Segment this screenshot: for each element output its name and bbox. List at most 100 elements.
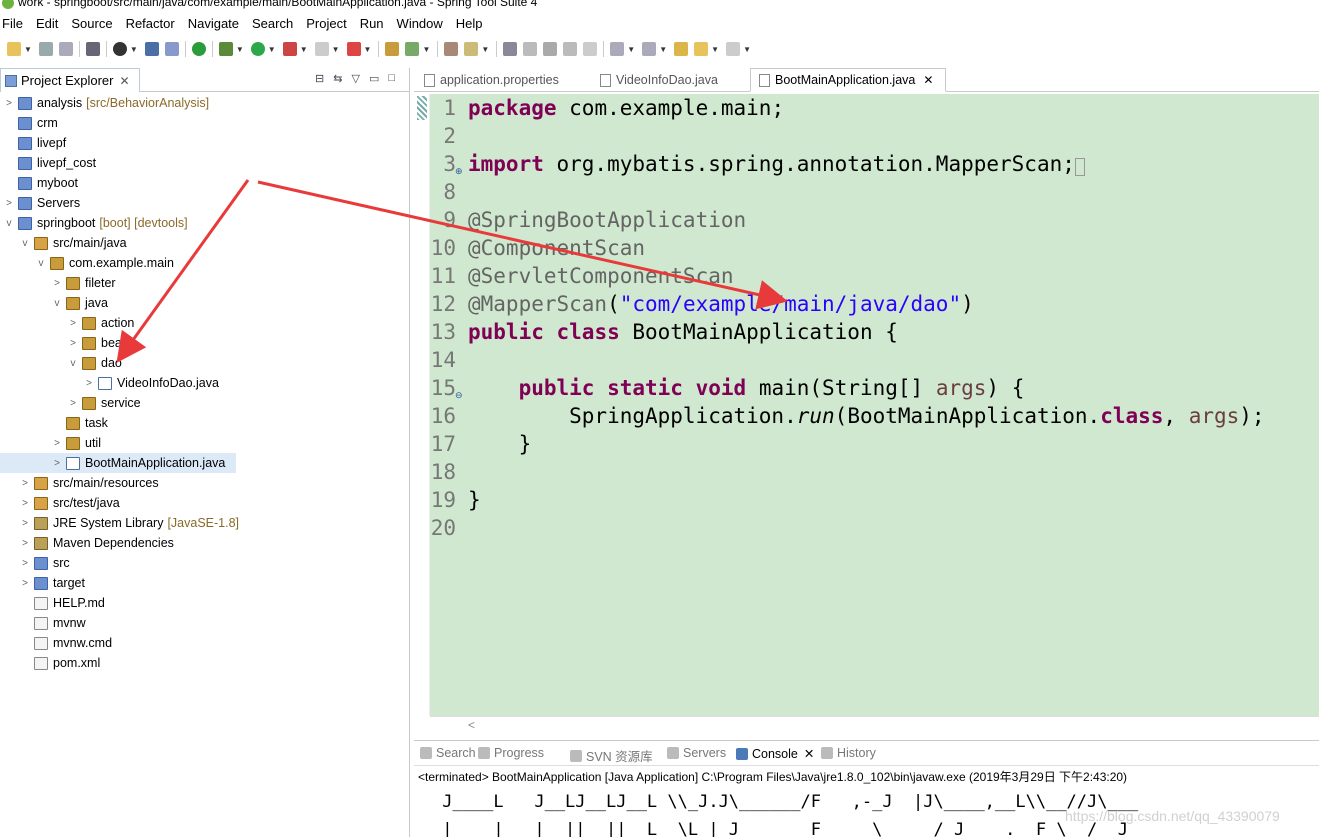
tab-svn-repository[interactable]: SVN 资源库 (570, 746, 653, 765)
tree-item[interactable]: v dao (0, 353, 410, 373)
chevron-down-icon[interactable]: v (36, 258, 46, 269)
chevron-down-icon[interactable]: ▼ (711, 45, 719, 54)
chevron-right-icon[interactable]: > (20, 478, 30, 489)
chevron-down-icon[interactable]: v (20, 238, 30, 249)
tree-item[interactable]: mvnw (0, 613, 410, 633)
tree-item[interactable]: pom.xml (0, 653, 410, 673)
tree-item[interactable]: > Maven Dependencies (0, 533, 410, 553)
open-type-icon[interactable] (444, 42, 459, 56)
code-line[interactable]: 14 (430, 346, 1319, 374)
tab-history[interactable]: History (821, 746, 876, 760)
chevron-down-icon[interactable]: v (68, 358, 78, 369)
tree-item[interactable]: > bean (0, 333, 410, 353)
chevron-right-icon[interactable]: > (20, 498, 30, 509)
chevron-down-icon[interactable]: ▼ (659, 45, 667, 54)
menu-navigate[interactable]: Navigate (188, 16, 239, 31)
save-icon[interactable] (38, 42, 53, 56)
chevron-right-icon[interactable]: > (4, 98, 14, 109)
block-selection-icon[interactable] (543, 42, 558, 56)
code-line[interactable]: 10 @ComponentScan (430, 234, 1319, 262)
tree-item[interactable]: v springboot [boot] [devtools] (0, 213, 410, 233)
code-line[interactable]: 1 package com.example.main; (430, 94, 1319, 122)
tree-item[interactable]: myboot (0, 173, 410, 193)
tab-search[interactable]: Search (420, 746, 476, 760)
minimize-icon[interactable]: ▭ (369, 72, 379, 85)
boot-dashboard-icon[interactable] (191, 42, 206, 56)
chevron-right-icon[interactable]: > (4, 198, 14, 209)
chevron-down-icon[interactable]: ▼ (332, 45, 340, 54)
save-all-icon[interactable] (58, 42, 73, 56)
tree-item[interactable]: > VideoInfoDao.java (0, 373, 410, 393)
chevron-down-icon[interactable]: ▼ (481, 45, 489, 54)
code-line[interactable]: 12 @MapperScan("com/example/main/java/dao… (430, 290, 1319, 318)
new-class-icon[interactable] (405, 42, 420, 56)
chevron-right-icon[interactable]: > (52, 438, 62, 449)
chevron-down-icon[interactable]: ▼ (300, 45, 308, 54)
code-line[interactable]: 8 (430, 178, 1319, 206)
prev-annotation-icon[interactable] (642, 42, 657, 56)
chevron-down-icon[interactable]: ▼ (627, 45, 635, 54)
run-external-icon[interactable] (282, 42, 297, 56)
menu-edit[interactable]: Edit (36, 16, 58, 31)
console-output[interactable]: J____L J__LJ__LJ__L \\_J.J\______/F ,-_J… (432, 788, 1138, 837)
tree-item[interactable]: > src (0, 553, 410, 573)
search-tool-icon[interactable] (464, 42, 479, 56)
tab-servers[interactable]: Servers (667, 746, 726, 760)
menu-help[interactable]: Help (456, 16, 483, 31)
maximize-icon[interactable]: □ (388, 72, 395, 85)
chevron-right-icon[interactable]: > (20, 558, 30, 569)
run-icon[interactable] (250, 42, 265, 56)
close-icon[interactable]: ✕ (804, 746, 814, 761)
next-annotation-icon[interactable] (610, 42, 625, 56)
tree-item[interactable]: > src/test/java (0, 493, 410, 513)
menu-refactor[interactable]: Refactor (126, 16, 175, 31)
collapse-all-icon[interactable]: ⊟ (315, 72, 324, 85)
tree-item[interactable]: > util (0, 433, 410, 453)
tree-item[interactable]: livepf (0, 133, 410, 153)
tree-item[interactable]: > Servers (0, 193, 410, 213)
tree-item[interactable]: > fileter (0, 273, 410, 293)
code-line[interactable]: 2 (430, 122, 1319, 150)
new-package-icon[interactable] (385, 42, 400, 56)
last-edit-icon[interactable] (674, 42, 689, 56)
debug-icon[interactable] (218, 42, 233, 56)
code-line[interactable]: 20 (430, 514, 1319, 542)
menu-window[interactable]: Window (397, 16, 443, 31)
tree-item[interactable]: task (0, 413, 410, 433)
chevron-down-icon[interactable]: ▼ (268, 45, 276, 54)
new-icon[interactable] (7, 42, 21, 56)
chevron-down-icon[interactable]: ▼ (24, 45, 32, 54)
menu-file[interactable]: File (2, 16, 23, 31)
menu-source[interactable]: Source (71, 16, 112, 31)
scroll-left-icon[interactable]: < (468, 718, 475, 732)
chevron-right-icon[interactable]: > (68, 338, 78, 349)
link-editor-icon[interactable]: ⇆ (333, 72, 342, 85)
tab-videoinfodao[interactable]: VideoInfoDao.java (592, 68, 750, 92)
tree-item[interactable]: > service (0, 393, 410, 413)
tree-item[interactable]: > action (0, 313, 410, 333)
code-line[interactable]: 19} (430, 486, 1319, 514)
code-line[interactable]: 15 ⊖ public static void main(String[] arg… (430, 374, 1319, 402)
code-line[interactable]: 18 (430, 458, 1319, 486)
code-line[interactable]: 13 public class BootMainApplication { (430, 318, 1319, 346)
chevron-right-icon[interactable]: > (20, 578, 30, 589)
code-line[interactable]: 3 ⊕ import org.mybatis.spring.annotation.M… (430, 150, 1319, 178)
menu-search[interactable]: Search (252, 16, 293, 31)
tree-item[interactable]: > src/main/resources (0, 473, 410, 493)
forward-icon[interactable] (726, 42, 741, 56)
chevron-right-icon[interactable]: > (68, 398, 78, 409)
tab-console[interactable]: Console ✕ (736, 746, 814, 761)
user-icon[interactable] (112, 42, 127, 56)
code-line[interactable]: 9 @SpringBootApplication (430, 206, 1319, 234)
chevron-down-icon[interactable]: v (52, 298, 62, 309)
skip-breakpoints-icon[interactable] (164, 42, 179, 56)
deploy-icon[interactable] (346, 42, 361, 56)
code-line[interactable]: 16 SpringApplication.run(BootMainApplica… (430, 402, 1319, 430)
tree-item[interactable]: livepf_cost (0, 153, 410, 173)
tree-item[interactable]: > JRE System Library [JavaSE-1.8] (0, 513, 410, 533)
chevron-down-icon[interactable]: ▼ (743, 45, 751, 54)
tree-item[interactable]: > target (0, 573, 410, 593)
chevron-right-icon[interactable]: > (84, 378, 94, 389)
close-icon[interactable]: ✕ (119, 74, 129, 88)
stop-icon[interactable] (314, 42, 329, 56)
